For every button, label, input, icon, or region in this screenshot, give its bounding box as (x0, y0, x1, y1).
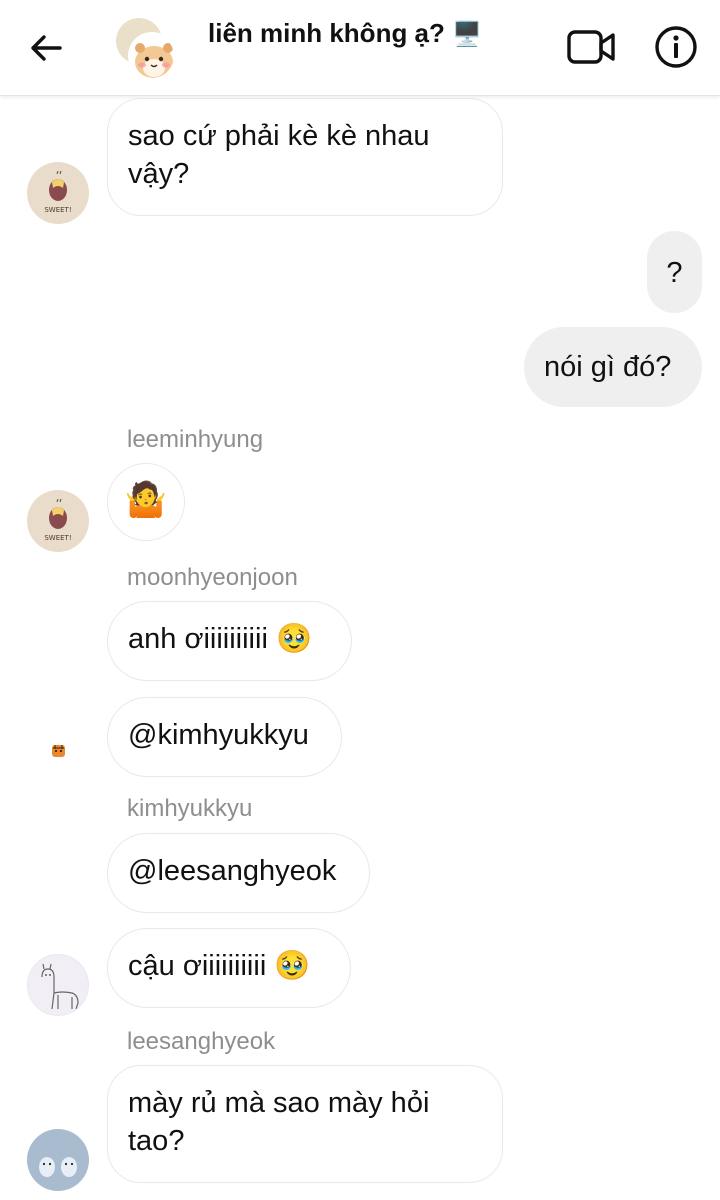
message-text: sao cứ phải kè kè nhau (128, 120, 430, 152)
sender-name: leesanghyeok (127, 1028, 276, 1055)
hamster-avatar (128, 32, 176, 80)
computer-emoji: 🖥️ (452, 21, 483, 48)
user-avatar[interactable]: SWEET! (27, 162, 89, 224)
video-call-icon[interactable] (566, 26, 618, 68)
user-avatar[interactable] (27, 1129, 89, 1191)
message-text: nói gì đó? (544, 351, 672, 383)
message-bubble[interactable]: cậu ơiiiiiiiiii 🥹 (107, 928, 351, 1008)
message-bubble[interactable]: anh ơiiiiiiiiii 🥹 (107, 601, 352, 681)
emoji-message-bubble[interactable]: 🤷 (107, 463, 185, 541)
chat-title-text: liên minh không ạ? (208, 18, 445, 48)
message-text: ? (666, 257, 683, 289)
back-arrow-icon[interactable] (26, 28, 66, 68)
message-text: cậu ơiiiiiiiiii 🥹 (128, 950, 311, 982)
message-text: tao? (128, 1125, 185, 1157)
message-bubble[interactable]: @kimhyukkyu (107, 697, 342, 777)
message-bubble[interactable]: @leesanghyeok (107, 833, 370, 913)
group-avatar[interactable] (116, 18, 178, 80)
my-message-bubble[interactable]: ? (647, 231, 702, 313)
message-text: mày rủ mà sao mày hỏi (128, 1087, 430, 1119)
message-text: vậy? (128, 158, 190, 190)
user-avatar[interactable]: SWEET! (27, 490, 89, 552)
shrug-emoji: 🤷 (124, 481, 168, 519)
message-bubble[interactable]: sao cứ phải kè kè nhau vậy? (107, 98, 503, 216)
chat-title[interactable]: liên minh không ạ? 🖥️ (208, 18, 482, 49)
chat-header: liên minh không ạ? 🖥️ (0, 0, 720, 96)
sender-name: leeminhyung (127, 426, 264, 453)
message-bubble[interactable]: mày rủ mà sao mày hỏi tao? (107, 1065, 503, 1183)
my-message-bubble[interactable]: nói gì đó? (524, 327, 702, 407)
avatar-label: SWEET! (44, 534, 71, 542)
message-text: @kimhyukkyu (128, 719, 309, 751)
sender-name: moonhyeonjoon (127, 564, 298, 591)
info-icon[interactable] (654, 25, 698, 69)
user-avatar[interactable] (27, 721, 89, 783)
message-text: @leesanghyeok (128, 855, 337, 887)
message-text: anh ơiiiiiiiiii 🥹 (128, 623, 313, 655)
avatar-label: SWEET! (44, 206, 71, 214)
sender-name: kimhyukkyu (127, 795, 253, 822)
user-avatar[interactable] (27, 954, 89, 1016)
